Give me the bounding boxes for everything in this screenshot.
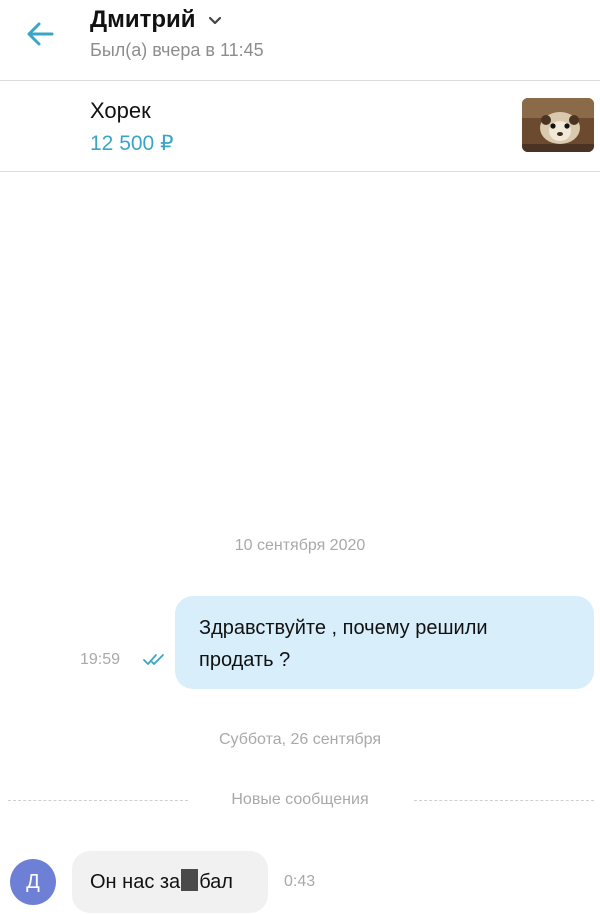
listing-title: Хорек [90, 98, 151, 123]
message-time: 19:59 [80, 651, 121, 668]
chevron-down-icon [208, 16, 222, 24]
listing-price: 12 500 ₽ [90, 132, 174, 155]
date-separator: Суббота, 26 сентября [218, 731, 382, 748]
incoming-message[interactable]: Он нас за бал [72, 851, 268, 913]
outgoing-message[interactable]: Здравствуйте , почему решили продать ? [175, 596, 594, 689]
contact-info[interactable]: Дмитрий Был(а) вчера в 11:45 [90, 6, 264, 61]
contact-name: Дмитрий [90, 6, 196, 33]
listing-bar[interactable] [0, 81, 600, 172]
message-text-line: Здравствуйте , почему решили [199, 617, 488, 639]
back-button[interactable] [22, 14, 62, 54]
last-seen-status: Был(а) вчера в 11:45 [90, 40, 264, 60]
double-check-icon [143, 654, 164, 665]
ferret-photo [522, 98, 594, 152]
avatar[interactable]: Д [10, 859, 56, 905]
message-time: 0:43 [284, 873, 316, 890]
arrow-left-icon [27, 22, 54, 46]
chat-header: Дмитрий Был(а) вчера в 11:45 [0, 0, 600, 81]
message-text-line: продать ? [199, 649, 291, 671]
message-text-part: Он нас за [90, 871, 181, 893]
listing-thumbnail[interactable] [522, 98, 594, 152]
divider-line [414, 800, 594, 801]
message-text-part: бал [199, 871, 233, 893]
censor-block [181, 869, 199, 891]
date-separator: 10 сентября 2020 [234, 537, 366, 554]
new-messages-divider: Новые сообщения [0, 789, 600, 813]
